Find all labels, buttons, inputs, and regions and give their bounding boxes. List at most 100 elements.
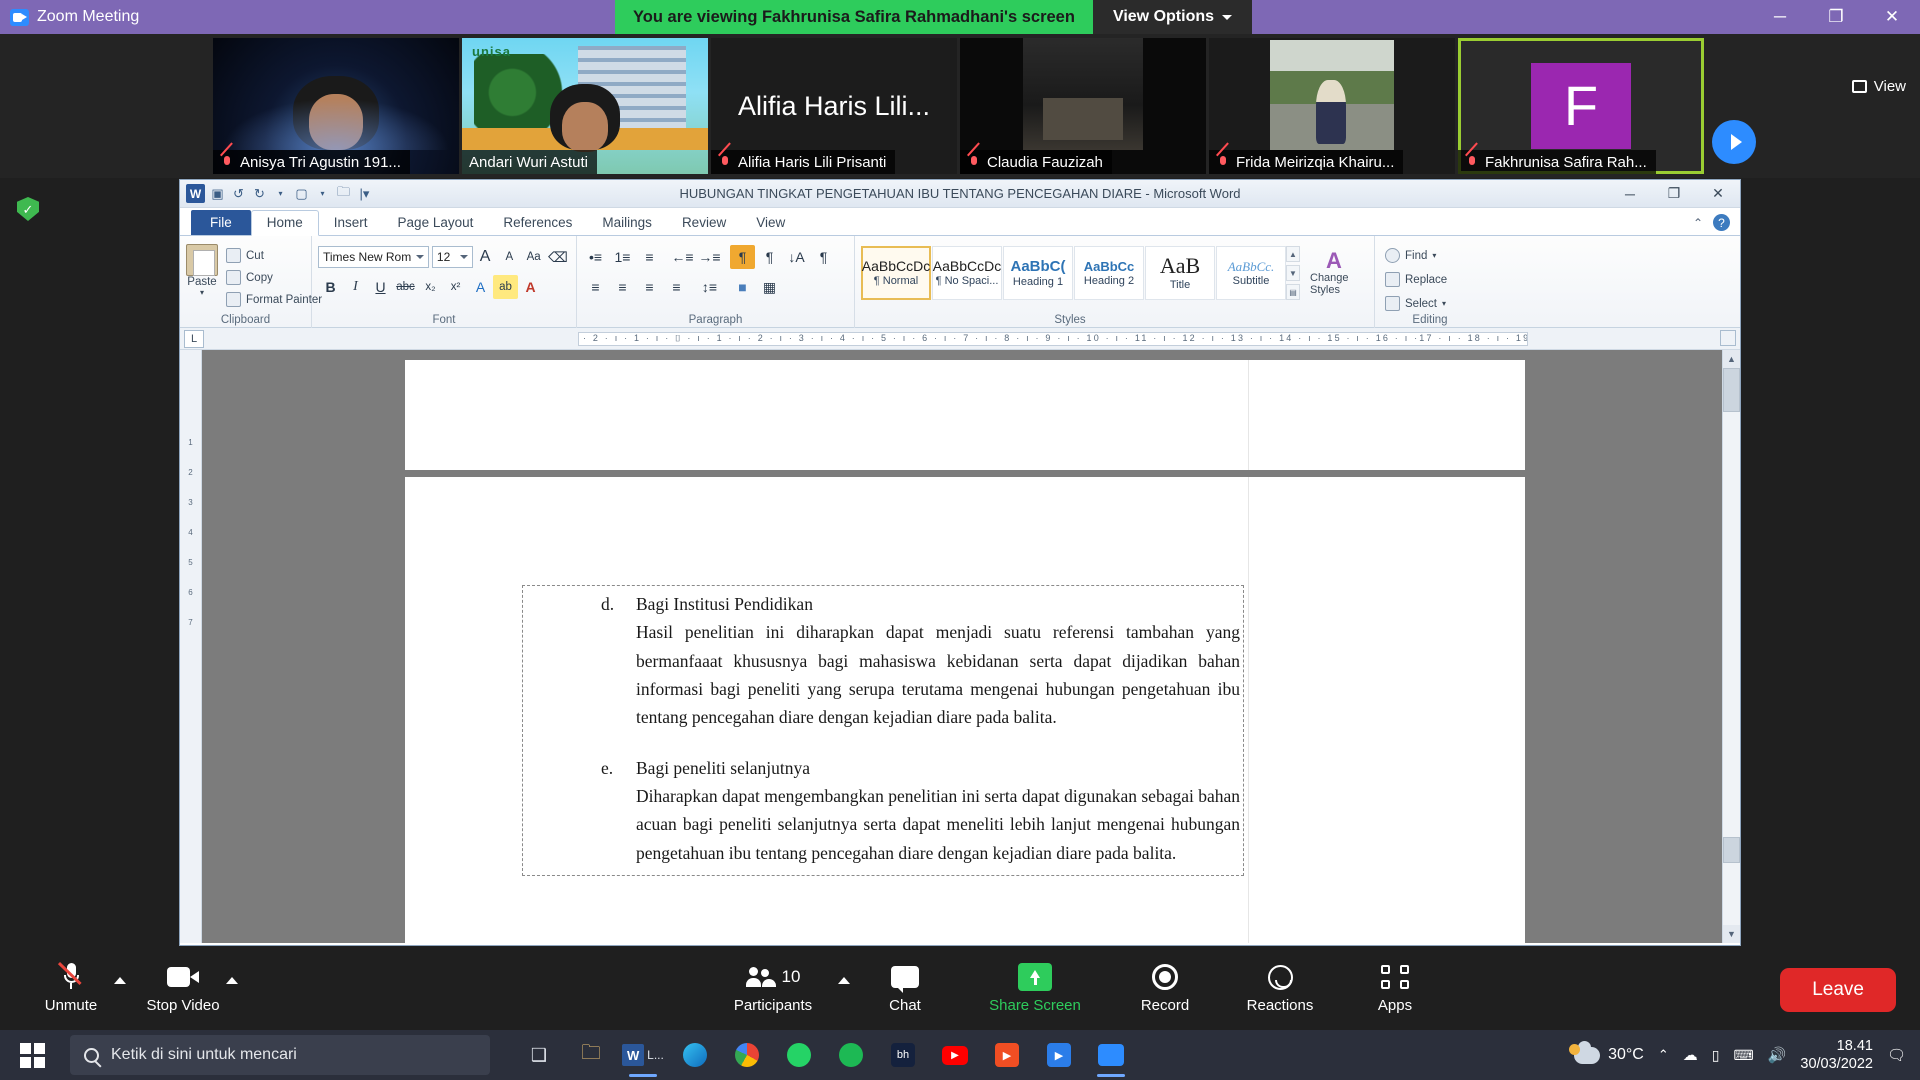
- participants-options-button[interactable]: [838, 946, 850, 1030]
- tab-file[interactable]: File: [191, 209, 251, 235]
- media-player-2-icon[interactable]: ▶: [1036, 1032, 1082, 1078]
- increase-indent-button[interactable]: →≡: [697, 245, 722, 269]
- grow-font-button[interactable]: A: [473, 245, 497, 269]
- zoom-maximize-button[interactable]: ❐: [1808, 0, 1864, 34]
- replace-button[interactable]: Replace: [1381, 270, 1479, 289]
- subscript-button[interactable]: x₂: [418, 275, 443, 299]
- find-button[interactable]: Find ▾: [1381, 246, 1479, 265]
- show-formatting-marks-button[interactable]: ¶: [811, 245, 836, 269]
- change-styles-button[interactable]: A Change Styles: [1300, 246, 1358, 297]
- sort-button[interactable]: ↓A: [784, 245, 809, 269]
- bh-app-icon[interactable]: bh: [880, 1032, 926, 1078]
- zoom-close-button[interactable]: ✕: [1864, 0, 1920, 34]
- word-taskbar-icon[interactable]: W L...: [620, 1032, 666, 1078]
- line-spacing-button[interactable]: ↕≡: [697, 275, 722, 299]
- align-center-button[interactable]: ≡: [610, 275, 635, 299]
- document-page-current[interactable]: d. Bagi Institusi Pendidikan Hasil penel…: [405, 477, 1525, 943]
- decrease-indent-button[interactable]: ←≡: [670, 245, 695, 269]
- more-styles-icon[interactable]: ▤: [1286, 284, 1300, 300]
- bold-button[interactable]: B: [318, 275, 343, 299]
- tab-home[interactable]: Home: [250, 209, 319, 236]
- zoom-minimize-button[interactable]: ─: [1752, 0, 1808, 34]
- chat-button[interactable]: Chat: [850, 946, 960, 1030]
- audio-options-button[interactable]: [114, 946, 126, 1030]
- youtube-icon[interactable]: ▶: [932, 1032, 978, 1078]
- chevron-down-icon[interactable]: ▼: [1286, 265, 1300, 281]
- task-view-icon[interactable]: ❑: [516, 1032, 562, 1078]
- video-options-button[interactable]: [226, 946, 238, 1030]
- record-button[interactable]: Record: [1110, 946, 1220, 1030]
- font-name-combobox[interactable]: Times New Rom: [318, 246, 429, 268]
- tab-mailings[interactable]: Mailings: [587, 211, 667, 236]
- style-subtitle[interactable]: AaBbCc. Subtitle: [1216, 246, 1286, 300]
- volume-icon[interactable]: 🔊: [1768, 1046, 1787, 1064]
- styles-scroll[interactable]: ▲ ▼ ▤: [1286, 246, 1300, 300]
- chrome-icon[interactable]: [724, 1032, 770, 1078]
- align-right-button[interactable]: ≡: [637, 275, 662, 299]
- stop-video-button[interactable]: Stop Video: [140, 946, 226, 1030]
- vertical-scrollbar[interactable]: ▲ ▼: [1722, 350, 1740, 943]
- scrollbar-thumb-secondary[interactable]: [1723, 837, 1740, 863]
- bullets-button[interactable]: •≡: [583, 245, 608, 269]
- participant-tile-frida[interactable]: Frida Meirizqia Khairu...: [1209, 38, 1455, 174]
- filmstrip-next-button[interactable]: [1712, 120, 1756, 164]
- shrink-font-button[interactable]: A: [497, 245, 521, 269]
- zoom-taskbar-icon[interactable]: [1088, 1032, 1134, 1078]
- participant-tile-andari[interactable]: unisa Andari Wuri Astuti: [462, 38, 708, 174]
- leave-meeting-button[interactable]: Leave: [1780, 968, 1896, 1012]
- onedrive-cloud-icon[interactable]: ☁: [1683, 1046, 1698, 1064]
- highlight-button[interactable]: ab: [493, 275, 518, 299]
- scrollbar-thumb[interactable]: [1723, 368, 1740, 412]
- participants-button[interactable]: 10 Participants: [708, 946, 838, 1030]
- italic-button[interactable]: I: [343, 275, 368, 299]
- style-normal[interactable]: AaBbCcDc ¶ Normal: [861, 246, 931, 300]
- align-left-button[interactable]: ≡: [583, 275, 608, 299]
- horizontal-ruler[interactable]: L · 2 · ı · 1 · ı · ⌷ · ı · 1 · ı · 2 · …: [180, 328, 1740, 350]
- share-screen-button[interactable]: Share Screen: [960, 946, 1110, 1030]
- style-heading-2[interactable]: AaBbCc Heading 2: [1074, 246, 1144, 300]
- edge-icon[interactable]: [672, 1032, 718, 1078]
- style-heading-1[interactable]: AaBbC(Heading 1: [1003, 246, 1073, 300]
- search-input[interactable]: Ketik di sini untuk mencari: [70, 1035, 490, 1075]
- whatsapp-icon[interactable]: [776, 1032, 822, 1078]
- borders-button[interactable]: ▦: [757, 275, 782, 299]
- reactions-button[interactable]: Reactions: [1220, 946, 1340, 1030]
- chevron-up-icon[interactable]: ⌃: [1658, 1047, 1669, 1063]
- security-shield-icon[interactable]: [17, 197, 39, 221]
- underline-button[interactable]: U: [368, 275, 393, 299]
- superscript-button[interactable]: x²: [443, 275, 468, 299]
- scroll-down-icon[interactable]: ▼: [1723, 925, 1740, 943]
- format-painter-button[interactable]: Format Painter: [222, 290, 326, 309]
- ltr-direction-button[interactable]: ¶: [757, 245, 782, 269]
- keyboard-icon[interactable]: ⌨: [1733, 1047, 1753, 1064]
- weather-widget[interactable]: 30°C: [1569, 1040, 1644, 1064]
- view-options-button[interactable]: View Options: [1092, 0, 1253, 34]
- media-player-icon[interactable]: ▶: [984, 1032, 1030, 1078]
- style-title[interactable]: AaB Title: [1145, 246, 1215, 300]
- document-canvas[interactable]: 1234567 d. Bagi Institusi Pendidikan Has…: [180, 350, 1740, 943]
- tab-insert[interactable]: Insert: [319, 211, 383, 236]
- select-button[interactable]: Select ▾: [1381, 294, 1479, 313]
- shading-button[interactable]: ■: [730, 275, 755, 299]
- cut-button[interactable]: Cut: [222, 246, 326, 265]
- tab-view[interactable]: View: [741, 211, 800, 236]
- clear-formatting-button[interactable]: ⌫: [546, 245, 570, 269]
- participant-tile-alifia[interactable]: Alifia Haris Lili... Alifia Haris Lili P…: [711, 38, 957, 174]
- start-button[interactable]: [0, 1030, 64, 1080]
- participant-tile-anisya[interactable]: Anisya Tri Agustin 191...: [213, 38, 459, 174]
- tab-stop-selector[interactable]: L: [184, 329, 204, 348]
- help-icon[interactable]: ?: [1713, 214, 1730, 231]
- chevron-up-icon[interactable]: ▲: [1286, 246, 1300, 262]
- file-explorer-icon[interactable]: 🗀: [568, 1032, 614, 1078]
- participant-tile-fakhrunisa[interactable]: F Fakhrunisa Safira Rah...: [1458, 38, 1704, 174]
- style-no-spacing[interactable]: AaBbCcDc ¶ No Spaci...: [932, 246, 1002, 300]
- ruler-toggle-button[interactable]: [1720, 330, 1736, 346]
- clock[interactable]: 18.41 30/03/2022: [1800, 1037, 1873, 1073]
- text-effects-button[interactable]: A: [468, 275, 493, 299]
- change-case-button[interactable]: Aa: [522, 245, 546, 269]
- rtl-direction-button[interactable]: ¶: [730, 245, 755, 269]
- notifications-icon[interactable]: 🗨: [1887, 1046, 1906, 1064]
- tab-references[interactable]: References: [488, 211, 587, 236]
- strikethrough-button[interactable]: abc: [393, 275, 418, 299]
- multilevel-list-button[interactable]: ≡: [637, 245, 662, 269]
